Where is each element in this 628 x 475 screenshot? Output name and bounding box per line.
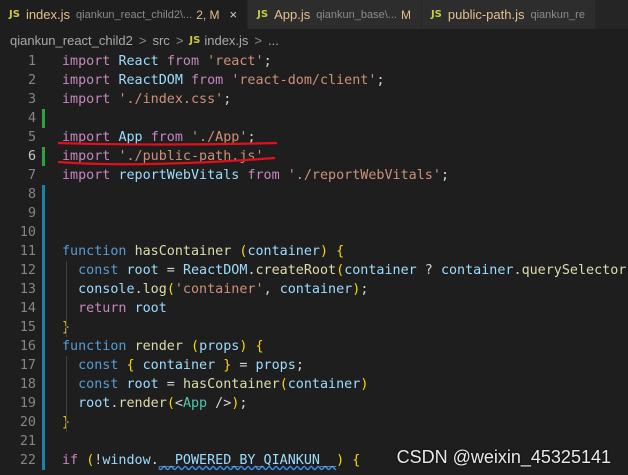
red-annotation-underlines: [57, 141, 278, 166]
underline-import-app: [57, 141, 278, 146]
underline-import-public-path: [57, 156, 276, 166]
